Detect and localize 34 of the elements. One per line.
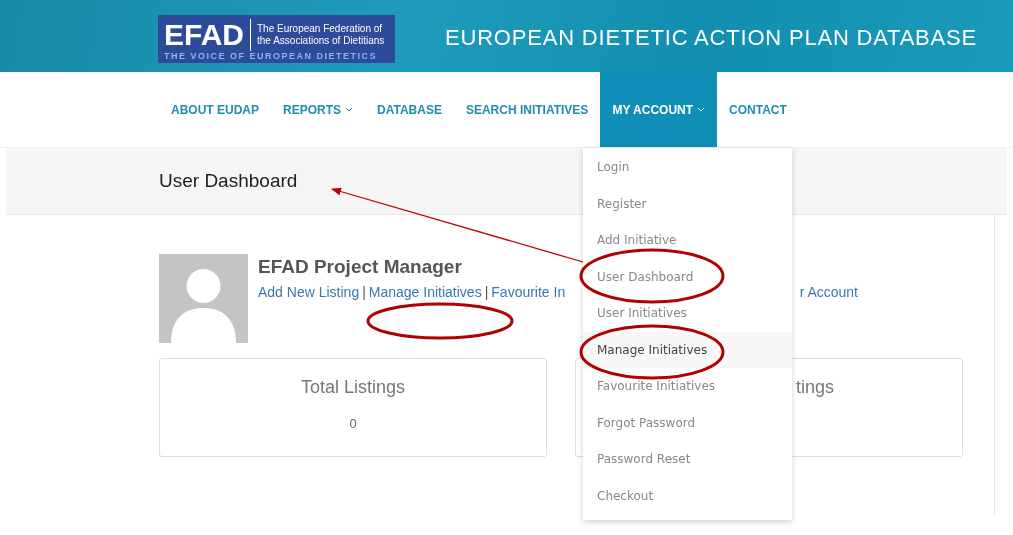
menu-item[interactable]: Register xyxy=(583,185,792,222)
separator: | xyxy=(362,284,366,300)
profile-link[interactable]: r Account xyxy=(799,284,858,300)
profile-link[interactable]: Favourite In xyxy=(491,284,566,300)
profile-link[interactable]: Add New Listing xyxy=(258,284,360,300)
nav-item[interactable]: MY ACCOUNT xyxy=(600,72,718,147)
efad-logo[interactable]: EFAD The European Federation of the Associations of Dietitians THE VOICE OF EUROPEAN DIETETICS xyxy=(158,15,395,63)
menu-item[interactable]: Add Initiative xyxy=(583,222,792,259)
logo-text: the Associations of Dietitians xyxy=(257,35,385,47)
menu-item[interactable]: Manage Initiatives xyxy=(583,331,792,368)
menu-item[interactable]: Favourite Initiatives xyxy=(583,368,792,405)
logo-text: The European Federation of xyxy=(257,23,384,35)
user-name: EFAD Project Manager xyxy=(258,256,462,278)
menu-item[interactable]: Checkout xyxy=(583,477,792,514)
menu-item[interactable]: Login xyxy=(583,149,792,186)
menu-item[interactable]: Forgot Password xyxy=(583,404,792,441)
nav-item[interactable]: ABOUT EUDAP xyxy=(159,72,271,147)
separator: | xyxy=(484,284,489,300)
logo-tagline: THE VOICE OF EUROPEAN DIETETICS xyxy=(164,51,379,61)
page-title: User Dashboard xyxy=(159,170,298,192)
nav-item[interactable]: CONTACT xyxy=(717,72,799,147)
site-title: EUROPEAN DIETETIC ACTION PLAN DATABASE xyxy=(445,25,978,51)
logo-mark: EFAD xyxy=(164,19,251,51)
profile-link[interactable]: Manage Initiatives xyxy=(368,284,482,300)
menu-item[interactable]: User Initiatives xyxy=(583,295,792,332)
menu-item[interactable]: Password Reset xyxy=(583,441,792,478)
card-value: 0 xyxy=(349,416,357,431)
card-title: Total Listings xyxy=(300,377,406,398)
menu-item[interactable]: User Dashboard xyxy=(583,258,792,295)
avatar-icon xyxy=(159,254,248,343)
nav-item[interactable]: SEARCH INITIATIVES xyxy=(453,72,601,147)
nav-item[interactable]: REPORTS xyxy=(271,72,366,147)
card-title: tings xyxy=(796,377,835,398)
nav-item[interactable]: DATABASE xyxy=(365,72,454,147)
